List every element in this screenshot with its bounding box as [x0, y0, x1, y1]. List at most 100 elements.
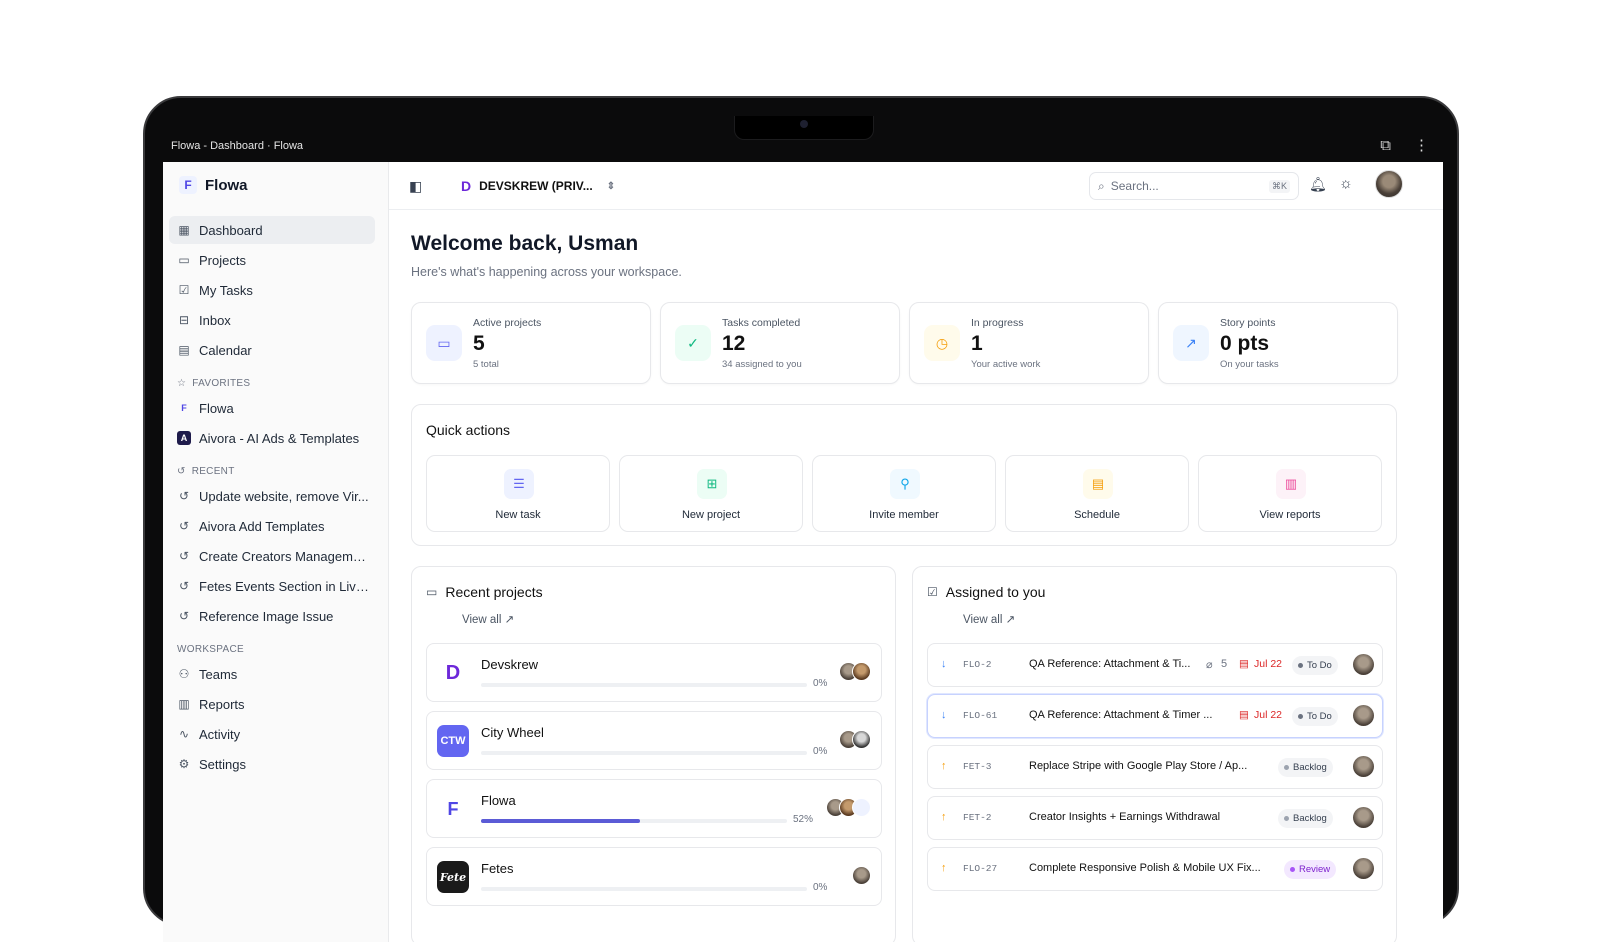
search-icon: ⌕	[1098, 178, 1105, 193]
project-progress-bar	[481, 887, 807, 891]
brand[interactable]: F Flowa	[179, 176, 248, 194]
inbox-icon: ⊟	[178, 313, 190, 327]
recent-item[interactable]: ↺ Reference Image Issue	[169, 602, 375, 630]
task-row[interactable]: ↑ FET-3 Replace Stripe with Google Play …	[927, 745, 1383, 789]
project-card-city-wheel[interactable]: CTW City Wheel 0%	[426, 711, 882, 770]
arrow-up-icon: ↑	[941, 811, 947, 823]
task-id: FET-2	[963, 812, 992, 823]
avatar	[852, 662, 871, 681]
laptop-frame: Flowa - Dashboard · Flowa ⧉ ⋮ F Flowa ▦ D…	[143, 96, 1459, 942]
folder-plus-icon: ⊞	[697, 469, 727, 499]
quick-actions-title: Quick actions	[426, 422, 511, 438]
stat-hint: Your active work	[971, 359, 1041, 370]
project-card-fetes[interactable]: Fete Fetes 0%	[426, 847, 882, 906]
schedule-button[interactable]: ▤ Schedule	[1005, 455, 1189, 532]
invite-member-button[interactable]: ⚲ Invite member	[812, 455, 996, 532]
task-row[interactable]: ↓ FLO-2 QA Reference: Attachment & Ti...…	[927, 643, 1383, 687]
sidebar-item-activity[interactable]: ∿ Activity	[169, 720, 375, 748]
assignee-avatar	[1353, 756, 1374, 777]
project-members	[839, 730, 871, 749]
check-circle-icon: ✓	[675, 325, 711, 361]
task-id: FLO-27	[963, 863, 998, 874]
sidebar-item-settings[interactable]: ⚙ Settings	[169, 750, 375, 778]
flowa-logo-icon: F	[447, 798, 459, 819]
recent-item[interactable]: ↺ Create Creators Manageme...	[169, 542, 375, 570]
task-title: Creator Insights + Earnings Withdrawal	[1029, 811, 1221, 823]
brand-name: Flowa	[205, 176, 248, 194]
view-all-tasks-link[interactable]: View all ↗	[963, 612, 1015, 626]
stat-card-active-projects[interactable]: ▭ Active projects 5 5 total	[411, 302, 651, 384]
sidebar-item-calendar[interactable]: ▤ Calendar	[169, 336, 375, 364]
task-row[interactable]: ↑ FLO-27 Complete Responsive Polish & Mo…	[927, 847, 1383, 891]
recent-item[interactable]: ↺ Update website, remove Vir...	[169, 482, 375, 510]
sidebar-item-teams[interactable]: ⚇ Teams	[169, 660, 375, 688]
sidebar-item-label: Teams	[199, 666, 238, 682]
favorites-section-label: ☆ FAVORITES	[177, 377, 251, 389]
due-date: Jul 22	[1254, 658, 1283, 670]
task-id: FET-3	[963, 761, 992, 772]
project-card-devskrew[interactable]: D Devskrew 0%	[426, 643, 882, 702]
task-row[interactable]: ↑ FET-2 Creator Insights + Earnings With…	[927, 796, 1383, 840]
user-avatar[interactable]	[1375, 170, 1403, 198]
arrow-down-icon: ↓	[941, 658, 947, 670]
search-input[interactable]: ⌕ Search... ⌘K	[1089, 172, 1299, 200]
project-progress-label: 0%	[813, 746, 828, 757]
project-progress-label: 52%	[793, 814, 814, 825]
sidebar-item-inbox[interactable]: ⊟ Inbox	[169, 306, 375, 334]
bell-icon[interactable]: 🔔︎	[1309, 176, 1327, 193]
sidebar-toggle-icon[interactable]: ◧	[409, 178, 422, 195]
task-row[interactable]: ↓ FLO-61 QA Reference: Attachment & Time…	[927, 694, 1383, 738]
favorite-item-label: Flowa	[199, 400, 234, 416]
sidebar-item-label: Settings	[199, 756, 246, 772]
new-task-button[interactable]: ☰ New task	[426, 455, 610, 532]
recent-item-label: Aivora Add Templates	[199, 518, 325, 534]
history-icon: ↺	[178, 579, 190, 593]
main-content: Welcome back, Usman Here's what's happen…	[389, 210, 1443, 942]
sidebar-item-reports[interactable]: ▥ Reports	[169, 690, 375, 718]
favorite-item-flowa[interactable]: F Flowa	[169, 394, 375, 422]
favorite-item-label: Aivora - AI Ads & Templates	[199, 430, 360, 446]
bar-chart-icon: ▥	[1276, 469, 1306, 499]
folder-icon: ▭	[178, 253, 190, 267]
view-reports-button[interactable]: ▥ View reports	[1198, 455, 1382, 532]
favorite-item-aivora[interactable]: A Aivora - AI Ads & Templates	[169, 424, 375, 452]
project-card-flowa[interactable]: F Flowa 52%	[426, 779, 882, 838]
workspace-switcher[interactable]: D DEVSKREW (PRIV... ⇕	[461, 178, 615, 194]
assignee-avatar	[1353, 654, 1374, 675]
history-icon: ↺	[178, 549, 190, 563]
sidebar-item-my-tasks[interactable]: ☑ My Tasks	[169, 276, 375, 304]
sidebar-item-label: My Tasks	[199, 282, 253, 298]
sidebar-item-label: Reports	[199, 696, 245, 712]
folder-icon: ▭	[426, 325, 462, 361]
stat-label: Story points	[1220, 317, 1276, 329]
due-date: Jul 22	[1254, 709, 1283, 721]
stat-card-in-progress[interactable]: ◷ In progress 1 Your active work	[909, 302, 1149, 384]
aivora-logo-icon: A	[177, 431, 191, 445]
sun-icon[interactable]: ☼	[1339, 175, 1353, 192]
more-menu-icon[interactable]: ⋮	[1414, 136, 1429, 154]
task-title: Complete Responsive Polish & Mobile UX F…	[1029, 862, 1261, 874]
sidebar-item-dashboard[interactable]: ▦ Dashboard	[169, 216, 375, 244]
avatar	[852, 798, 871, 817]
recent-item[interactable]: ↺ Aivora Add Templates	[169, 512, 375, 540]
sidebar: F Flowa ▦ Dashboard ▭ Projects ☑ My Tasks ⊟…	[163, 162, 389, 942]
extensions-icon[interactable]: ⧉	[1380, 137, 1391, 154]
stat-value: 5	[473, 332, 485, 355]
recent-section-label: ↺ RECENT	[177, 465, 235, 477]
new-project-button[interactable]: ⊞ New project	[619, 455, 803, 532]
view-all-projects-link[interactable]: View all ↗	[462, 612, 514, 626]
history-icon: ↺	[177, 465, 186, 477]
stat-value: 1	[971, 332, 983, 355]
user-plus-icon: ⚲	[890, 469, 920, 499]
stat-card-tasks-completed[interactable]: ✓ Tasks completed 12 34 assigned to you	[660, 302, 900, 384]
sidebar-item-projects[interactable]: ▭ Projects	[169, 246, 375, 274]
stat-card-story-points[interactable]: ↗ Story points 0 pts On your tasks	[1158, 302, 1398, 384]
quick-actions-panel: Quick actions ☰ New task ⊞ New project ⚲…	[411, 404, 1397, 546]
project-name: Devskrew	[481, 657, 539, 672]
page-subtitle: Here's what's happening across your work…	[411, 265, 682, 279]
status-badge: Backlog	[1278, 758, 1333, 777]
window-title: Flowa - Dashboard · Flowa	[171, 140, 304, 152]
stat-hint: 5 total	[473, 359, 499, 370]
recent-item[interactable]: ↺ Fetes Events Section in Live ...	[169, 572, 375, 600]
status-badge: To Do	[1292, 656, 1338, 675]
